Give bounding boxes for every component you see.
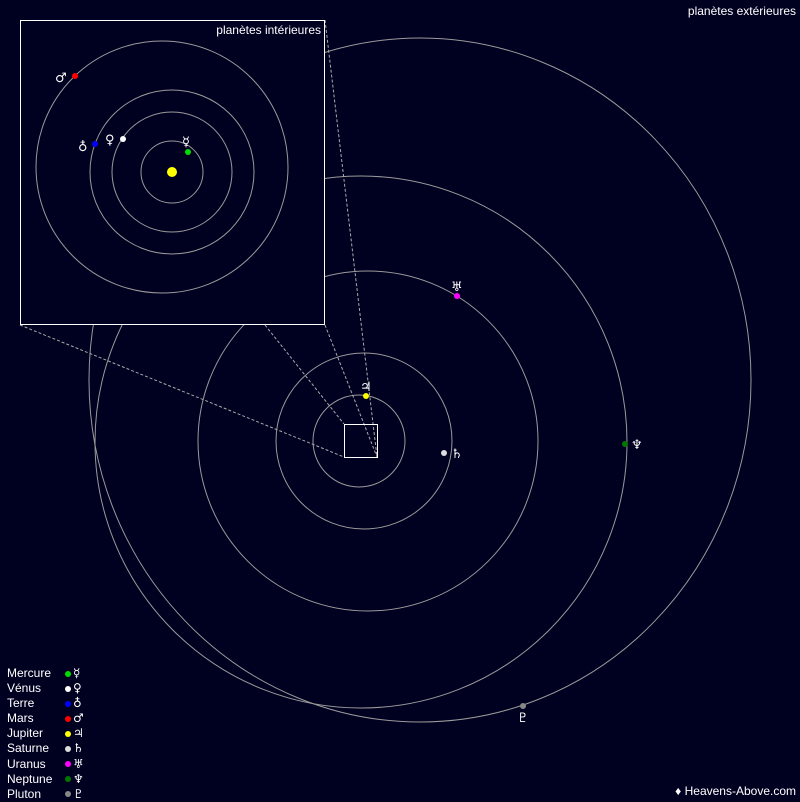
legend-label: Vénus xyxy=(7,681,42,696)
sun-dot xyxy=(167,167,177,177)
venus-symbol-icon: ♀ xyxy=(105,133,115,148)
venus-dot xyxy=(120,136,126,142)
legend-dot-icon xyxy=(65,670,71,677)
legend-label: Uranus xyxy=(7,756,46,771)
mars-symbol-icon: ♂ xyxy=(73,711,84,726)
zoom-connector-line xyxy=(19,324,345,458)
legend-label: Neptune xyxy=(7,771,53,786)
pluto-dot xyxy=(520,703,526,709)
earth-dot xyxy=(92,141,98,147)
legend-item: Uranus ♅ xyxy=(7,757,84,772)
legend-dot-icon xyxy=(65,700,71,707)
neptune-symbol-icon: ♆ xyxy=(73,771,84,786)
inner-planets-title: planètes intérieures xyxy=(216,23,321,37)
pluto-symbol-icon: ♇ xyxy=(517,711,529,726)
legend-item: Jupiter ♃ xyxy=(7,726,84,741)
jupiter-symbol-icon: ♃ xyxy=(360,380,372,395)
uranus-symbol-icon: ♅ xyxy=(451,280,463,295)
mercury-symbol-icon: ☿ xyxy=(73,666,81,680)
outer-planets-title: planètes extérieures xyxy=(687,4,796,18)
saturn-symbol-icon: ♄ xyxy=(451,447,463,462)
legend-dot-icon xyxy=(65,730,71,737)
saturn-symbol-icon: ♄ xyxy=(73,741,84,756)
legend-dot-icon xyxy=(65,715,71,722)
legend-label: Mercure xyxy=(7,666,52,680)
legend-dot-icon xyxy=(65,791,71,798)
heavens-above-credit-link[interactable]: ♦ Heavens-Above.com xyxy=(675,784,796,798)
mars-dot xyxy=(72,73,78,79)
earth-symbol-icon: ♁ xyxy=(73,696,82,711)
legend-item: Neptune ♆ xyxy=(7,772,84,787)
orbit-jupiter xyxy=(312,394,406,488)
legend-item: Mars ♂ xyxy=(7,711,84,726)
legend-dot-icon xyxy=(65,685,71,692)
solar-system-diagram: ♃♄♅♆♇planètes intérieures☿♀♁♂ xyxy=(19,19,752,726)
neptune-dot xyxy=(622,441,628,447)
mars-symbol-icon: ♂ xyxy=(55,71,67,86)
inner-zoom-box xyxy=(344,424,378,458)
uranus-symbol-icon: ♅ xyxy=(73,756,84,771)
legend-item: Terre ♁ xyxy=(7,696,84,711)
earth-symbol-icon: ♁ xyxy=(78,140,88,155)
mercury-symbol-icon: ☿ xyxy=(182,135,190,150)
legend-label: Saturne xyxy=(7,741,50,756)
legend-label: Mars xyxy=(7,711,34,726)
neptune-symbol-icon: ♆ xyxy=(631,438,643,453)
legend-dot-icon xyxy=(65,746,71,753)
venus-symbol-icon: ♀ xyxy=(73,681,82,696)
saturn-dot xyxy=(441,450,447,456)
jupiter-symbol-icon: ♃ xyxy=(73,726,84,741)
legend-item: Saturne ♄ xyxy=(7,741,84,756)
legend-item: Mercure ☿ xyxy=(7,666,84,681)
legend: Mercure ☿ Vénus ♀ Terre ♁ Mars ♂ Jupiter ♃ Sa… xyxy=(7,666,84,802)
legend-label: Jupiter xyxy=(7,726,44,741)
legend-dot-icon xyxy=(65,761,71,768)
zoom-connector-line xyxy=(264,324,345,425)
legend-item: Vénus ♀ xyxy=(7,681,84,696)
legend-label: Terre xyxy=(7,696,35,711)
legend-dot-icon xyxy=(65,776,71,783)
